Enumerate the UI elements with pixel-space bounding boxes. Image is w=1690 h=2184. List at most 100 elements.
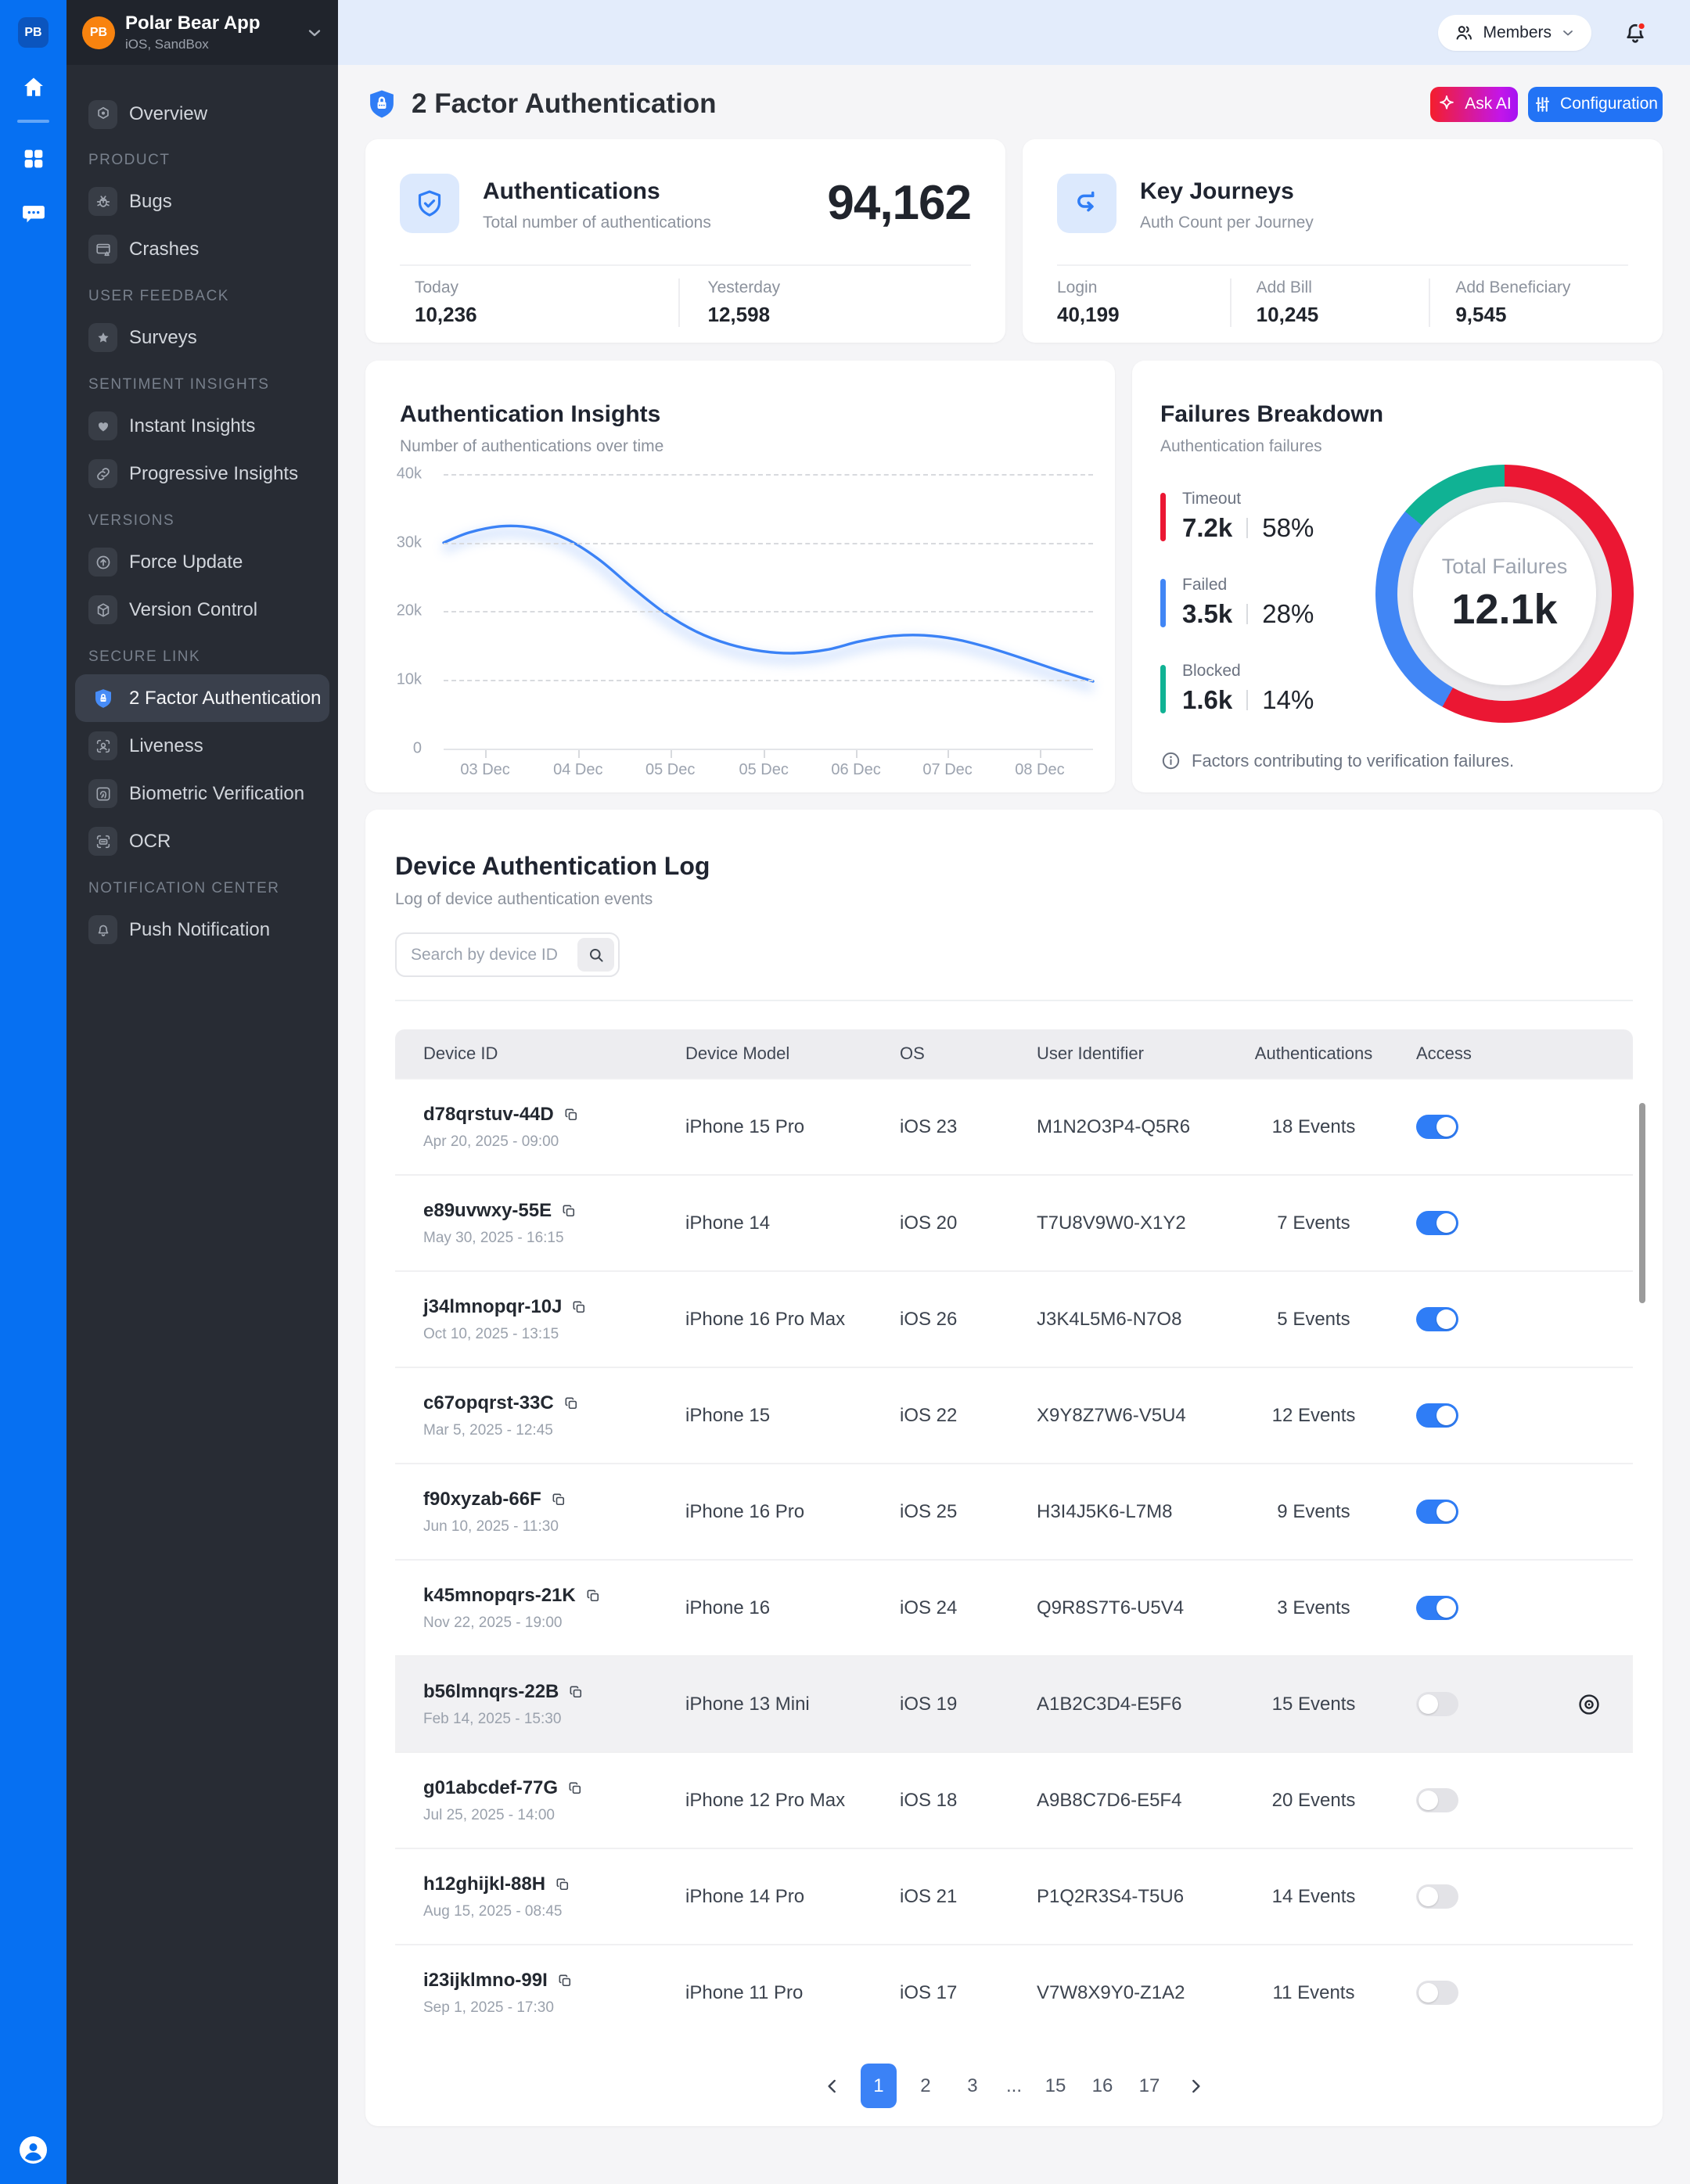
sidebar-item-crashes[interactable]: Crashes xyxy=(75,225,329,273)
device-model: iPhone 11 Pro xyxy=(685,1982,900,2004)
page-button[interactable]: 17 xyxy=(1131,2064,1167,2108)
workspace-logo[interactable]: PB xyxy=(18,17,49,48)
sidebar-item-label: Liveness xyxy=(129,735,203,757)
device-date: Sep 1, 2025 - 17:30 xyxy=(423,1999,685,2017)
line-chart-plot: 40k 30k 20k 10k 0 xyxy=(444,474,1093,749)
page-button[interactable]: 16 xyxy=(1084,2064,1120,2108)
nav-section-sentiment: SENTIMENT INSIGHTS xyxy=(67,368,338,402)
user-identifier: A1B2C3D4-E5F6 xyxy=(1037,1694,1224,1715)
access-toggle[interactable] xyxy=(1416,1981,1458,2005)
chart-subtitle: Number of authentications over time xyxy=(400,437,1093,456)
legend-value: 1.6k xyxy=(1182,685,1232,715)
copy-icon[interactable] xyxy=(568,1684,584,1700)
sidebar-item-liveness[interactable]: Liveness xyxy=(75,722,329,770)
copy-icon[interactable] xyxy=(567,1780,583,1796)
link-icon xyxy=(88,459,117,488)
eye-icon[interactable] xyxy=(1577,1692,1602,1717)
sidebar-item-label: Surveys xyxy=(129,327,197,349)
access-toggle[interactable] xyxy=(1416,1692,1458,1716)
stat-add-bill: Add Bill 10,245 xyxy=(1230,278,1429,327)
card-subtitle: Auth Count per Journey xyxy=(1140,214,1314,232)
auth-events: 14 Events xyxy=(1224,1886,1403,1908)
sidebar-item-biometric[interactable]: Biometric Verification xyxy=(75,770,329,817)
page-title: 2 Factor Authentication xyxy=(412,88,717,120)
y-tick: 0 xyxy=(413,740,422,758)
sidebar-item-bugs[interactable]: Bugs xyxy=(75,178,329,225)
sidebar-item-force-update[interactable]: Force Update xyxy=(75,538,329,586)
user-avatar[interactable] xyxy=(20,2136,47,2164)
table-scrollbar[interactable] xyxy=(1639,1103,1645,1303)
table-header: Device ID Device Model OS User Identifie… xyxy=(395,1029,1633,1078)
sidebar-item-version-control[interactable]: Version Control xyxy=(75,586,329,634)
app-switcher[interactable]: PB Polar Bear App iOS, SandBox xyxy=(67,0,338,65)
card-divider xyxy=(400,264,971,266)
sidebar-nav: Overview PRODUCT Bugs Crashes USER FEEDB… xyxy=(67,65,338,954)
configuration-button[interactable]: Configuration xyxy=(1528,87,1663,122)
search-input[interactable] xyxy=(397,945,561,965)
access-toggle[interactable] xyxy=(1416,1596,1458,1620)
device-os: iOS 22 xyxy=(900,1405,1037,1427)
sidebar-item-push-notification[interactable]: Push Notification xyxy=(75,906,329,954)
sidebar-item-progressive-insights[interactable]: Progressive Insights xyxy=(75,450,329,498)
copy-icon[interactable] xyxy=(563,1396,579,1411)
info-icon xyxy=(1160,750,1181,771)
sidebar-item-2fa[interactable]: 2 Factor Authentication xyxy=(75,674,329,722)
sparkle-icon xyxy=(1436,94,1457,114)
access-toggle[interactable] xyxy=(1416,1884,1458,1909)
legend-value: 3.5k xyxy=(1182,599,1232,629)
y-tick: 30k xyxy=(397,534,422,552)
access-toggle[interactable] xyxy=(1416,1211,1458,1235)
copy-icon[interactable] xyxy=(557,1973,573,1988)
access-toggle[interactable] xyxy=(1416,1500,1458,1524)
sidebar-item-label: 2 Factor Authentication xyxy=(129,688,321,709)
user-identifier: Q9R8S7T6-U5V4 xyxy=(1037,1597,1224,1619)
page-button[interactable]: 2 xyxy=(908,2064,944,2108)
sidebar-item-overview[interactable]: Overview xyxy=(75,92,329,137)
copy-icon[interactable] xyxy=(563,1107,579,1123)
copy-icon[interactable] xyxy=(585,1588,601,1604)
access-toggle[interactable] xyxy=(1416,1115,1458,1139)
prev-page-chevron-icon[interactable] xyxy=(815,2069,850,2103)
copy-icon[interactable] xyxy=(571,1299,587,1315)
access-toggle[interactable] xyxy=(1416,1307,1458,1331)
section-subtitle: Log of device authentication events xyxy=(395,890,1633,909)
stat-value: 40,199 xyxy=(1057,303,1230,327)
divider xyxy=(395,1000,1633,1001)
search-button[interactable] xyxy=(577,938,614,972)
sidebar-item-label: Overview xyxy=(129,103,207,125)
device-os: iOS 18 xyxy=(900,1790,1037,1812)
legend-item-timeout: Timeout 7.2k58% xyxy=(1160,490,1314,543)
copy-icon[interactable] xyxy=(555,1877,570,1892)
members-button[interactable]: Members xyxy=(1438,15,1591,51)
apps-grid-icon[interactable] xyxy=(0,145,67,172)
device-date: Nov 22, 2025 - 19:00 xyxy=(423,1615,685,1632)
device-os: iOS 23 xyxy=(900,1116,1037,1138)
device-model: iPhone 14 Pro xyxy=(685,1886,900,1908)
page-button[interactable]: 15 xyxy=(1037,2064,1073,2108)
home-icon[interactable] xyxy=(0,74,67,101)
device-id: k45mnopqrs-21K xyxy=(423,1585,576,1607)
copy-icon[interactable] xyxy=(561,1203,577,1219)
donut-center-value: 12.1k xyxy=(1451,585,1557,634)
copy-icon[interactable] xyxy=(551,1492,566,1507)
device-date: May 30, 2025 - 16:15 xyxy=(423,1230,685,1247)
card-subtitle: Total number of authentications xyxy=(483,214,711,232)
sidebar-item-surveys[interactable]: Surveys xyxy=(75,314,329,361)
shield-check-icon xyxy=(400,174,459,233)
card-divider xyxy=(1057,264,1628,266)
next-page-chevron-icon[interactable] xyxy=(1178,2069,1213,2103)
sidebar-item-label: Bugs xyxy=(129,191,172,213)
access-toggle[interactable] xyxy=(1416,1788,1458,1812)
sidebar: PB Polar Bear App iOS, SandBox Overview … xyxy=(67,0,338,2184)
notifications-bell-icon[interactable] xyxy=(1621,19,1649,47)
auth-events: 3 Events xyxy=(1224,1597,1403,1619)
access-toggle[interactable] xyxy=(1416,1403,1458,1428)
sidebar-item-instant-insights[interactable]: Instant Insights xyxy=(75,402,329,450)
topbar: Members xyxy=(338,0,1690,65)
chat-icon[interactable] xyxy=(0,200,67,227)
page-button[interactable]: 1 xyxy=(861,2064,897,2108)
page-button[interactable]: 3 xyxy=(955,2064,991,2108)
sidebar-item-ocr[interactable]: OCR xyxy=(75,817,329,865)
ask-ai-button[interactable]: Ask AI xyxy=(1430,87,1518,122)
card-title: Authentications xyxy=(483,178,711,205)
